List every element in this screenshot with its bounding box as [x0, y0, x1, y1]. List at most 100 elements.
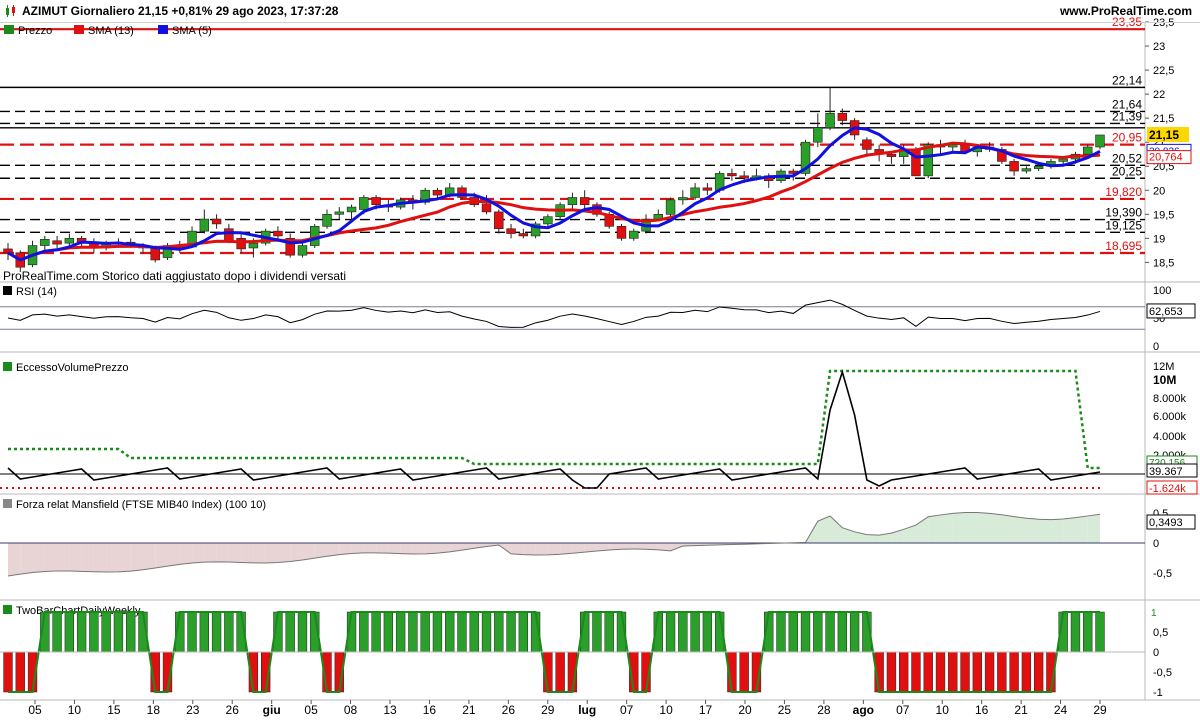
- twobar-up-bar: [432, 611, 443, 653]
- twobar-up-bar: [101, 611, 111, 653]
- mansfield-fill: [142, 543, 156, 570]
- x-tick-label: 26: [502, 703, 516, 717]
- twobar-axis-label: -0,5: [1153, 667, 1172, 679]
- twobar-down-bar: [984, 651, 995, 693]
- volume-value-c: -1.624k: [1149, 483, 1186, 495]
- mansfield-fill: [1087, 514, 1100, 543]
- x-tick-label: 10: [659, 703, 673, 717]
- mansfield-fill: [302, 543, 315, 561]
- twobar-up-bar: [52, 611, 62, 653]
- mansfield-fill: [572, 543, 585, 554]
- candle-body: [3, 248, 13, 254]
- x-tick-label: lug: [578, 703, 596, 717]
- twobar-down-bar: [1021, 651, 1032, 693]
- candle-body: [1021, 168, 1032, 172]
- x-tick-label: 17: [699, 703, 713, 717]
- x-tick-label: 16: [423, 703, 437, 717]
- twobar-down-bar: [555, 651, 565, 693]
- twobar-up-bar: [359, 611, 369, 653]
- candle-body: [1095, 134, 1105, 148]
- mansfield-fill: [560, 543, 573, 555]
- twobar-up-bar: [1083, 611, 1093, 653]
- x-tick-label: 29: [1093, 703, 1107, 717]
- mansfield-fill: [57, 543, 70, 571]
- twobar-up-bar: [592, 611, 602, 653]
- level-label: 19,820: [1105, 185, 1142, 199]
- y-tick-label: 18,5: [1153, 257, 1174, 269]
- rsi-axis-label: 100: [1153, 285, 1171, 297]
- x-tick-label: 21: [462, 703, 476, 717]
- x-tick-label: 05: [28, 703, 42, 717]
- mansfield-fill: [167, 543, 180, 567]
- candle-body: [665, 199, 676, 215]
- mansfield-fill: [241, 543, 254, 563]
- candle-body: [886, 153, 897, 157]
- title-bar: AZIMUT Giornaliero 21,15 +0,81% 29 ago 2…: [0, 0, 1200, 23]
- volume-axis-label: 10M: [1153, 373, 1176, 387]
- candle-body: [543, 216, 553, 225]
- twobar-up-bar: [813, 611, 823, 653]
- candle-body: [224, 228, 234, 242]
- x-tick-label: 07: [620, 703, 634, 717]
- volume-upper-band: [8, 369, 1100, 470]
- x-tick-label: 26: [226, 703, 240, 717]
- candle-body: [322, 214, 332, 227]
- twobar-swatch: [3, 605, 12, 614]
- level-label: 19,125: [1105, 218, 1142, 232]
- twobar-down-bar: [3, 651, 13, 693]
- mansfield-fill: [20, 543, 33, 575]
- x-tick-label: 18: [147, 703, 161, 717]
- candle-body: [678, 197, 688, 201]
- rsi-swatch: [3, 286, 12, 295]
- candle-body: [297, 245, 308, 256]
- twobar-up-bar: [371, 611, 381, 653]
- twobar-up-bar: [383, 611, 394, 653]
- twobar-up-bar: [187, 611, 197, 653]
- mansfield-fill: [290, 543, 303, 562]
- volume-title: EccessoVolumePrezzo: [16, 362, 129, 374]
- mansfield-fill: [928, 514, 941, 543]
- mansfield-fill: [621, 543, 634, 550]
- twobar-down-bar: [935, 651, 946, 693]
- twobar-up-bar: [211, 611, 222, 653]
- candle-body: [727, 173, 737, 177]
- twobar-down-bar: [960, 651, 970, 693]
- x-tick-label: ago: [853, 703, 874, 717]
- candle-body: [359, 197, 369, 210]
- mansfield-fill: [633, 543, 647, 550]
- rsi-value: 62,653: [1149, 306, 1183, 318]
- candle-body: [690, 187, 700, 198]
- mansfield-fill: [1075, 515, 1088, 543]
- twobar-up-bar: [285, 611, 295, 653]
- volume-value-b: 39.367: [1149, 466, 1183, 478]
- volume-axis-label: 4.000k: [1153, 431, 1187, 443]
- volume-swatch: [3, 362, 12, 371]
- twobar-down-bar: [972, 651, 982, 693]
- site-link[interactable]: www.ProRealTime.com: [1060, 4, 1192, 18]
- mansfield-fill: [400, 543, 413, 554]
- twobar-up-bar: [420, 611, 430, 653]
- mansfield-fill: [1063, 517, 1076, 543]
- mansfield-axis-label: -0,5: [1153, 568, 1172, 580]
- twobar-up-bar: [395, 611, 406, 653]
- twobar-up-bar: [849, 611, 860, 653]
- legend-label: Prezzo: [18, 25, 52, 37]
- y-tick-label: 19: [1153, 233, 1165, 245]
- legend-swatch: [158, 25, 168, 34]
- twobar-up-bar: [89, 611, 99, 653]
- x-tick-label: giu: [263, 703, 281, 717]
- candle-body: [825, 113, 835, 129]
- candle-body: [432, 189, 443, 196]
- legend-label: SMA (13): [88, 25, 134, 37]
- y-tick-label: 22: [1153, 89, 1165, 101]
- twobar-up-bar: [445, 611, 455, 653]
- level-label: 20,52: [1112, 151, 1142, 165]
- mansfield-fill: [253, 543, 266, 563]
- mansfield-fill: [192, 543, 205, 563]
- rsi-line: [7, 299, 1101, 328]
- candle-body: [739, 175, 749, 179]
- mansfield-fill: [351, 543, 364, 554]
- sma13-value: 20,764: [1149, 152, 1183, 164]
- candle-body: [346, 206, 357, 213]
- rsi-axis-label: 0: [1153, 341, 1159, 353]
